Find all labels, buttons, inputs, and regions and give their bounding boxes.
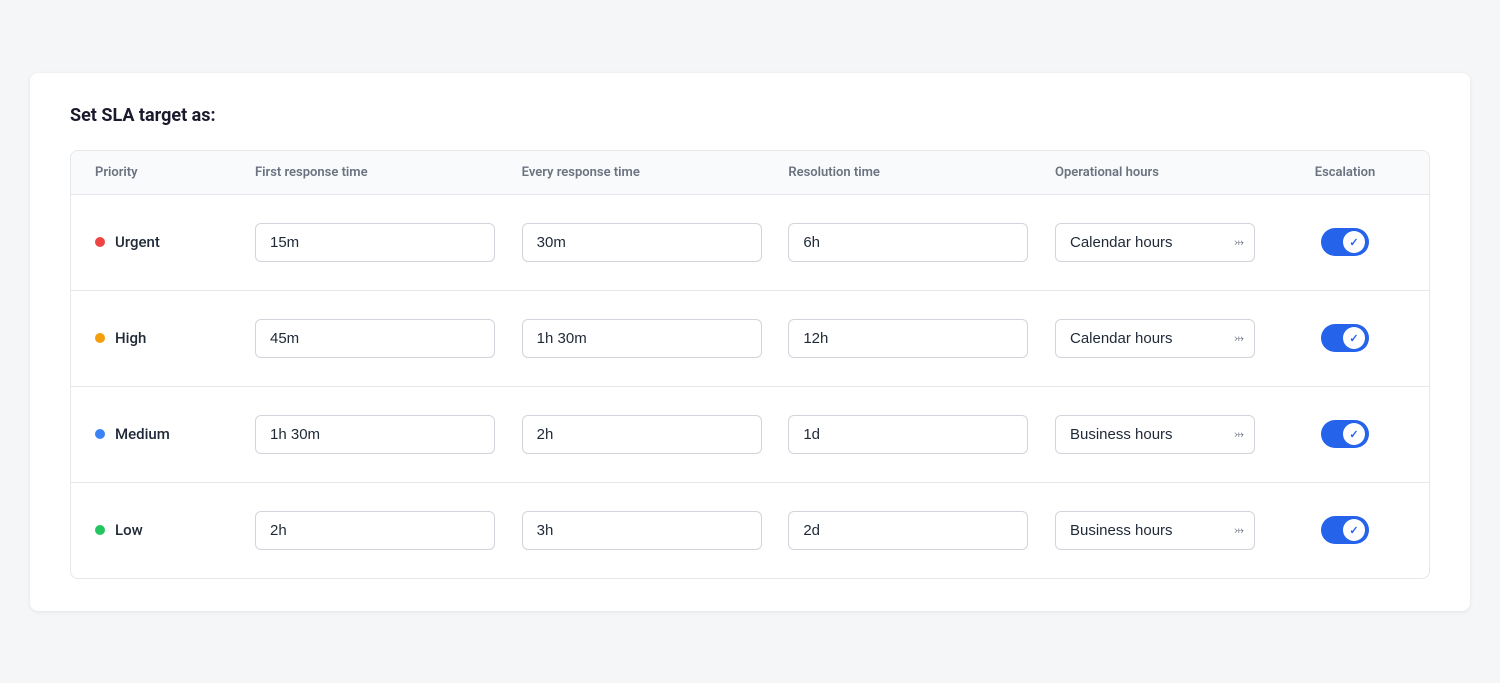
priority-cell-2: Medium <box>95 425 255 443</box>
resolution-input-medium[interactable] <box>788 415 1028 454</box>
operational-cell-0[interactable]: Calendar hoursBusiness hours ⤔ <box>1055 223 1285 262</box>
toggle-knob-urgent: ✓ <box>1343 231 1365 253</box>
operational-select-wrapper-medium[interactable]: Calendar hoursBusiness hours ⤔ <box>1055 415 1255 454</box>
escalation-toggle-urgent[interactable]: ✓ <box>1321 228 1369 256</box>
resolution-input-low[interactable] <box>788 511 1028 550</box>
escalation-cell-3[interactable]: ✓ <box>1285 516 1405 544</box>
check-icon: ✓ <box>1349 236 1358 249</box>
col-every-response: Every response time <box>522 165 789 180</box>
priority-label-low: Low <box>115 521 143 539</box>
priority-dot-urgent <box>95 237 105 247</box>
escalation-cell-2[interactable]: ✓ <box>1285 420 1405 448</box>
every-response-cell-3[interactable] <box>522 511 789 550</box>
first-response-cell-0[interactable] <box>255 223 522 262</box>
every-response-input-high[interactable] <box>522 319 762 358</box>
escalation-toggle-low[interactable]: ✓ <box>1321 516 1369 544</box>
first-response-input-high[interactable] <box>255 319 495 358</box>
resolution-cell-0[interactable] <box>788 223 1055 262</box>
every-response-input-urgent[interactable] <box>522 223 762 262</box>
table-header: Priority First response time Every respo… <box>71 151 1429 195</box>
table-row: Urgent Calendar hoursBusiness hours ⤔ <box>71 195 1429 291</box>
escalation-toggle-high[interactable]: ✓ <box>1321 324 1369 352</box>
toggle-knob-medium: ✓ <box>1343 423 1365 445</box>
operational-select-wrapper-low[interactable]: Calendar hoursBusiness hours ⤔ <box>1055 511 1255 550</box>
priority-label-high: High <box>115 329 146 347</box>
first-response-input-urgent[interactable] <box>255 223 495 262</box>
operational-select-medium[interactable]: Calendar hoursBusiness hours <box>1056 416 1254 453</box>
col-operational: Operational hours <box>1055 165 1285 180</box>
resolution-cell-1[interactable] <box>788 319 1055 358</box>
every-response-input-medium[interactable] <box>522 415 762 454</box>
first-response-cell-1[interactable] <box>255 319 522 358</box>
first-response-input-low[interactable] <box>255 511 495 550</box>
every-response-cell-0[interactable] <box>522 223 789 262</box>
col-first-response: First response time <box>255 165 522 180</box>
table-body: Urgent Calendar hoursBusiness hours ⤔ <box>71 195 1429 578</box>
every-response-input-low[interactable] <box>522 511 762 550</box>
col-escalation: Escalation <box>1285 165 1405 180</box>
toggle-knob-high: ✓ <box>1343 327 1365 349</box>
escalation-toggle-medium[interactable]: ✓ <box>1321 420 1369 448</box>
escalation-cell-0[interactable]: ✓ <box>1285 228 1405 256</box>
every-response-cell-2[interactable] <box>522 415 789 454</box>
operational-select-wrapper-urgent[interactable]: Calendar hoursBusiness hours ⤔ <box>1055 223 1255 262</box>
first-response-input-medium[interactable] <box>255 415 495 454</box>
table-row: Medium Calendar hoursBusiness hours ⤔ <box>71 387 1429 483</box>
sla-container: Set SLA target as: Priority First respon… <box>30 73 1470 611</box>
resolution-cell-2[interactable] <box>788 415 1055 454</box>
priority-cell-0: Urgent <box>95 233 255 251</box>
table-row: High Calendar hoursBusiness hours ⤔ <box>71 291 1429 387</box>
col-priority: Priority <box>95 165 255 180</box>
operational-select-low[interactable]: Calendar hoursBusiness hours <box>1056 512 1254 549</box>
priority-cell-3: Low <box>95 521 255 539</box>
sla-table: Priority First response time Every respo… <box>70 150 1430 579</box>
priority-cell-1: High <box>95 329 255 347</box>
page-title: Set SLA target as: <box>70 105 1430 126</box>
operational-cell-1[interactable]: Calendar hoursBusiness hours ⤔ <box>1055 319 1285 358</box>
priority-dot-medium <box>95 429 105 439</box>
escalation-cell-1[interactable]: ✓ <box>1285 324 1405 352</box>
resolution-cell-3[interactable] <box>788 511 1055 550</box>
priority-label-medium: Medium <box>115 425 170 443</box>
operational-cell-3[interactable]: Calendar hoursBusiness hours ⤔ <box>1055 511 1285 550</box>
resolution-input-urgent[interactable] <box>788 223 1028 262</box>
priority-label-urgent: Urgent <box>115 233 160 251</box>
toggle-knob-low: ✓ <box>1343 519 1365 541</box>
every-response-cell-1[interactable] <box>522 319 789 358</box>
first-response-cell-2[interactable] <box>255 415 522 454</box>
resolution-input-high[interactable] <box>788 319 1028 358</box>
check-icon: ✓ <box>1349 524 1358 537</box>
operational-select-high[interactable]: Calendar hoursBusiness hours <box>1056 320 1254 357</box>
check-icon: ✓ <box>1349 428 1358 441</box>
operational-cell-2[interactable]: Calendar hoursBusiness hours ⤔ <box>1055 415 1285 454</box>
first-response-cell-3[interactable] <box>255 511 522 550</box>
col-resolution: Resolution time <box>788 165 1055 180</box>
check-icon: ✓ <box>1349 332 1358 345</box>
priority-dot-high <box>95 333 105 343</box>
operational-select-wrapper-high[interactable]: Calendar hoursBusiness hours ⤔ <box>1055 319 1255 358</box>
table-row: Low Calendar hoursBusiness hours ⤔ <box>71 483 1429 578</box>
operational-select-urgent[interactable]: Calendar hoursBusiness hours <box>1056 224 1254 261</box>
priority-dot-low <box>95 525 105 535</box>
